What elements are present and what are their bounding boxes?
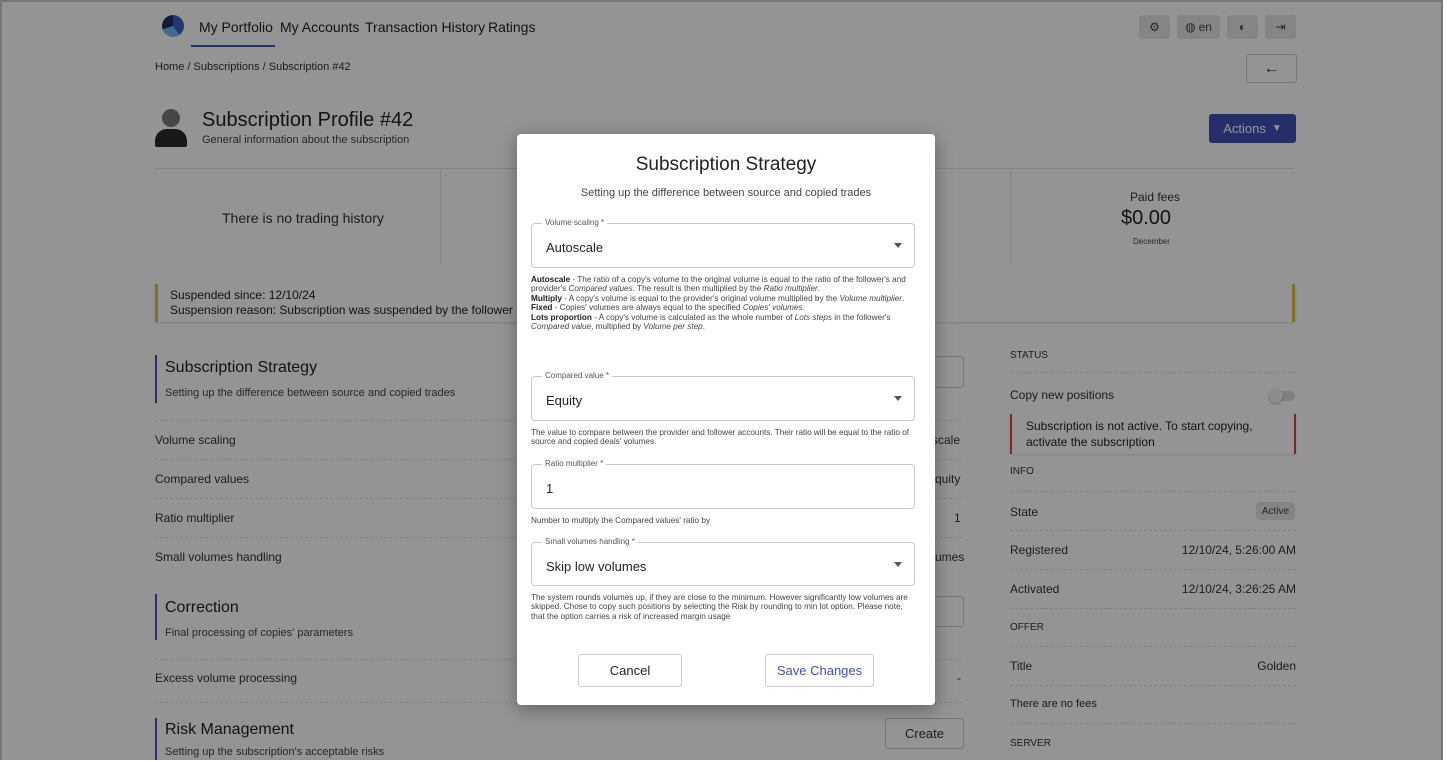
caret-down-icon bbox=[894, 562, 902, 567]
dialog-subtitle: Setting up the difference between source… bbox=[580, 187, 872, 199]
ratio-multiplier-value[interactable]: 1 bbox=[546, 481, 553, 496]
app-page: My Portfolio My Accounts Transaction His… bbox=[0, 0, 1443, 760]
save-changes-button[interactable]: Save Changes bbox=[765, 654, 874, 687]
ratio-multiplier-input[interactable]: Ratio multiplier * 1 bbox=[531, 459, 915, 509]
caret-down-icon bbox=[894, 396, 902, 401]
small-volumes-value: Skip low volumes bbox=[546, 559, 647, 574]
compared-value-label: Compared value * bbox=[542, 371, 613, 380]
subscription-strategy-dialog: Subscription Strategy Setting up the dif… bbox=[517, 134, 935, 705]
volume-scaling-label: Volume scaling * bbox=[542, 218, 608, 227]
volume-scaling-help: Autoscale - The ratio of a copy's volume… bbox=[531, 275, 906, 332]
ratio-multiplier-label: Ratio multiplier * bbox=[542, 459, 607, 468]
small-volumes-select[interactable]: Small volumes handling * Skip low volume… bbox=[531, 537, 915, 586]
compared-value-value: Equity bbox=[546, 393, 583, 408]
compared-value-select[interactable]: Compared value * Equity bbox=[531, 371, 915, 421]
ratio-multiplier-help: Number to multiply the Compared values' … bbox=[531, 516, 711, 525]
small-volumes-label: Small volumes handling * bbox=[542, 537, 638, 546]
caret-down-icon bbox=[894, 243, 902, 248]
dialog-title: Subscription Strategy bbox=[635, 154, 817, 175]
cancel-button[interactable]: Cancel bbox=[578, 654, 682, 687]
compared-value-help: The value to compare between the provide… bbox=[531, 428, 910, 447]
small-volumes-help: The system rounds volumes up, if they ar… bbox=[531, 593, 908, 621]
volume-scaling-value: Autoscale bbox=[546, 240, 604, 255]
volume-scaling-select[interactable]: Volume scaling * Autoscale bbox=[531, 218, 915, 268]
